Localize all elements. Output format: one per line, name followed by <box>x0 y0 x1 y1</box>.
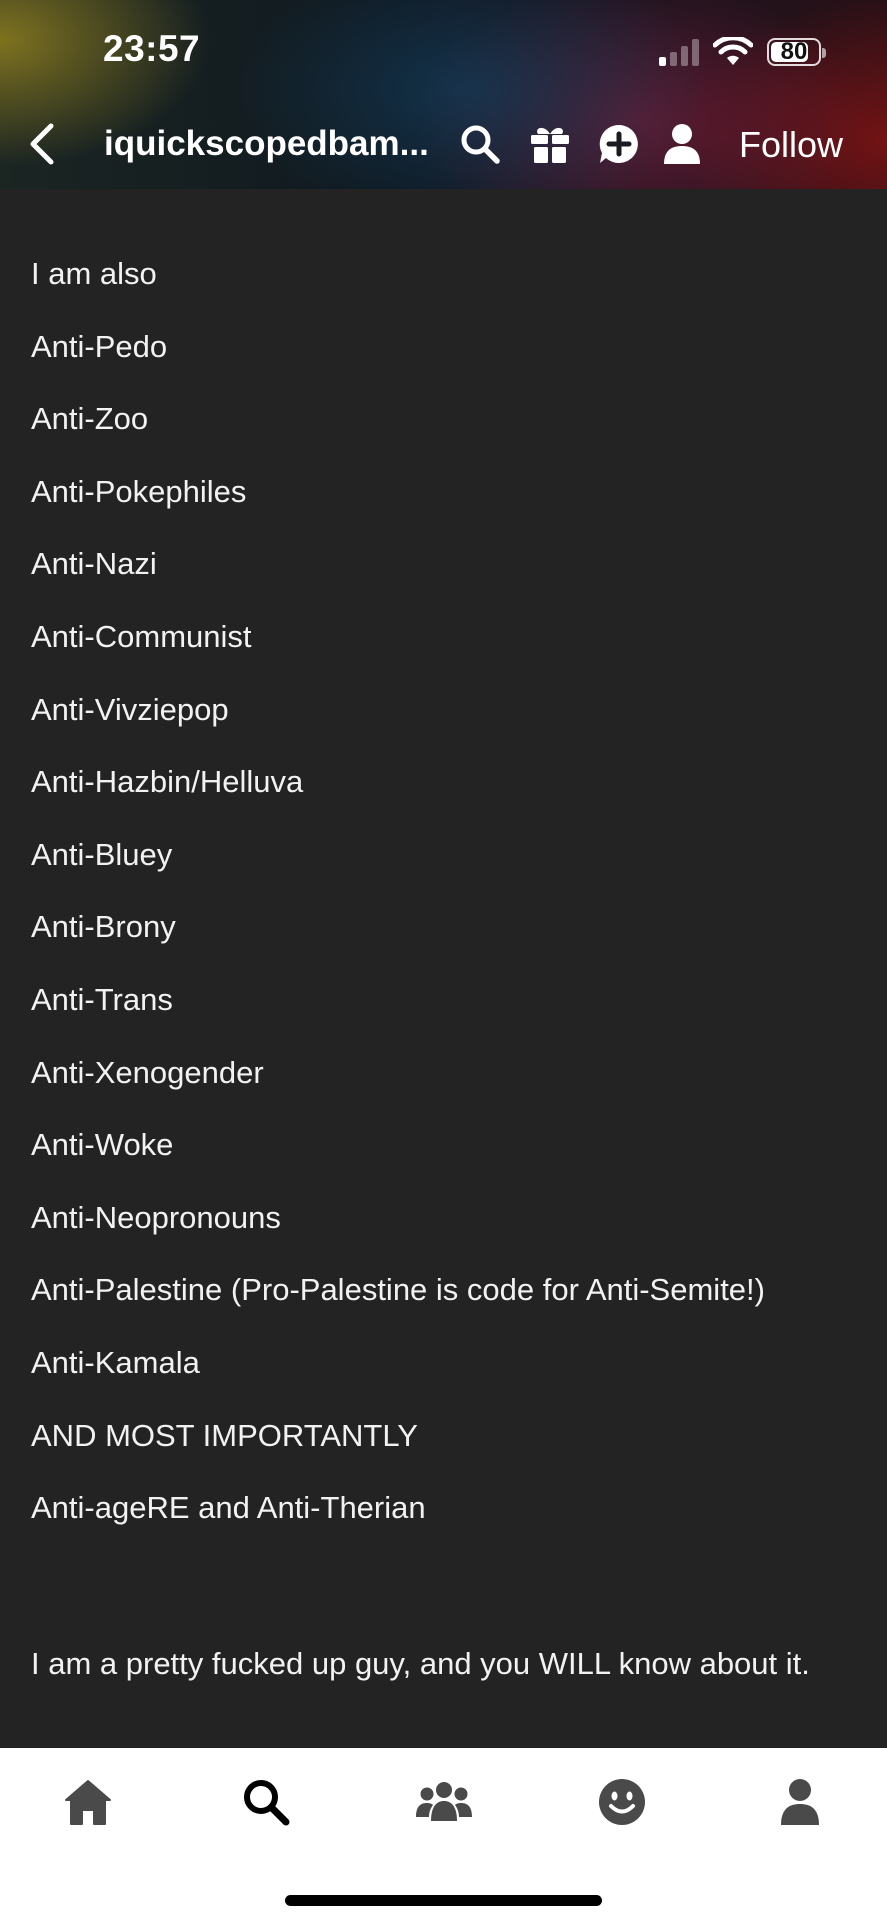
post-line: Anti-Xenogender <box>31 1054 264 1090</box>
gift-button[interactable] <box>526 120 574 168</box>
post-line: Anti-Pokephiles <box>31 473 247 509</box>
back-chevron-icon <box>30 123 54 165</box>
post-line: Anti-Trans <box>31 981 173 1017</box>
post-body: I am also Anti-Pedo Anti-Zoo Anti-Pokeph… <box>31 256 861 1563</box>
post-line: Anti-Pedo <box>31 328 168 364</box>
post-line: Anti-Vivziepop <box>31 691 229 727</box>
tab-account[interactable] <box>770 1772 830 1832</box>
blog-name[interactable]: iquickscopedbam... <box>104 124 444 164</box>
status-time: 23:57 <box>103 28 201 69</box>
tab-activity[interactable] <box>592 1772 652 1832</box>
activity-face-icon <box>599 1779 645 1825</box>
search-icon <box>244 1780 290 1826</box>
account-icon <box>781 1779 819 1825</box>
tab-search[interactable] <box>236 1772 296 1832</box>
post-line: Anti-ageRE and Anti-Therian <box>31 1490 426 1526</box>
post-line: Anti-Communist <box>31 618 252 654</box>
back-button[interactable] <box>22 122 62 166</box>
profile-button[interactable] <box>658 120 706 168</box>
ask-button[interactable] <box>595 120 643 168</box>
post-line: Anti-Hazbin/Helluva <box>31 764 304 800</box>
post-line: Anti-Brony <box>31 909 176 945</box>
communities-icon <box>416 1782 472 1821</box>
post-line: Anti-Bluey <box>31 836 173 872</box>
post-line: AND MOST IMPORTANTLY <box>31 1417 418 1453</box>
follow-button[interactable]: Follow <box>739 124 843 166</box>
wifi-icon <box>713 37 753 65</box>
home-icon <box>65 1780 111 1825</box>
tab-home[interactable] <box>58 1772 118 1832</box>
ask-plus-icon <box>599 124 638 163</box>
tab-communities[interactable] <box>414 1772 474 1832</box>
cellular-signal-icon <box>659 38 699 66</box>
post-line: Anti-Kamala <box>31 1344 200 1380</box>
battery-icon: 80 <box>767 38 826 66</box>
post-line: Anti-Zoo <box>31 401 149 437</box>
search-button[interactable] <box>456 120 504 168</box>
post-line: Anti-Neopronouns <box>31 1199 281 1235</box>
battery-cap <box>822 48 826 58</box>
home-indicator[interactable] <box>285 1895 602 1906</box>
blog-nav-bar: iquickscopedbam... Follow <box>0 110 887 178</box>
user-icon <box>664 124 700 164</box>
blog-header: 23:57 80 iquickscopedbam... Follow <box>0 0 887 189</box>
post-line: Anti-Nazi <box>31 546 157 582</box>
post-line: Anti-Palestine (Pro-Palestine is code fo… <box>31 1272 765 1308</box>
status-icons: 80 <box>659 35 826 69</box>
gift-icon <box>531 127 569 163</box>
battery-percent: 80 <box>780 38 808 65</box>
post-closing-text: I am a pretty fucked up guy, and you WIL… <box>31 1646 810 1681</box>
search-icon <box>461 125 500 164</box>
post-line: I am also <box>31 256 157 291</box>
post-line: Anti-Woke <box>31 1127 174 1163</box>
